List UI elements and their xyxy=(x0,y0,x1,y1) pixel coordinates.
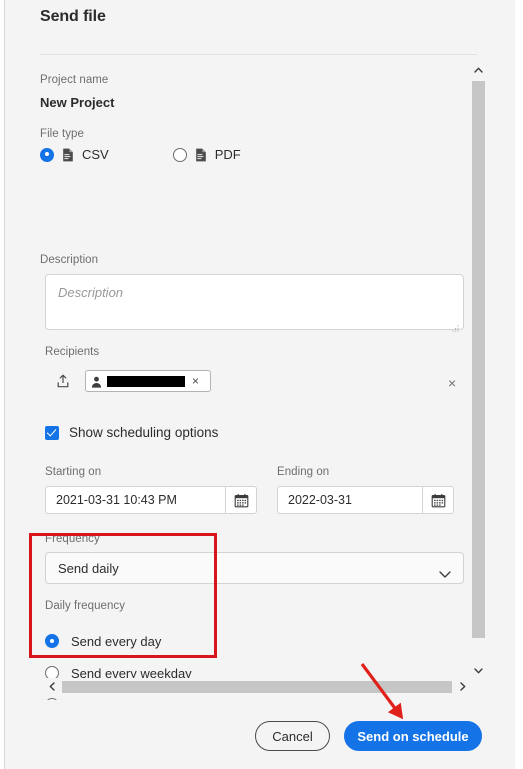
recipients-row: × xyxy=(45,370,211,392)
dialog-scroll-body[interactable]: Project name New Project File type CSV P… xyxy=(5,60,515,700)
vertical-scrollbar[interactable] xyxy=(470,62,487,680)
starting-on-input[interactable]: 2021-03-31 10:43 PM xyxy=(45,486,225,514)
title-divider xyxy=(40,54,477,55)
radio-send-every-day[interactable] xyxy=(45,634,59,648)
scroll-down-button[interactable] xyxy=(470,663,487,680)
daily-frequency-option-every-day[interactable]: Send every day xyxy=(45,625,192,657)
chevron-right-icon xyxy=(459,682,465,691)
chevron-up-icon xyxy=(474,66,483,75)
daily-frequency-label: Daily frequency xyxy=(45,600,126,612)
description-placeholder: Description xyxy=(58,285,124,300)
starting-on-calendar-button[interactable] xyxy=(225,486,257,514)
file-icon xyxy=(62,148,74,162)
frequency-label: Frequency xyxy=(45,533,100,545)
starting-on-field: 2021-03-31 10:43 PM xyxy=(45,486,257,514)
project-name-value: New Project xyxy=(40,95,115,110)
recipient-name-redacted xyxy=(107,375,185,387)
scroll-up-button[interactable] xyxy=(470,62,487,79)
cancel-button[interactable]: Cancel xyxy=(255,721,330,751)
file-type-option-csv[interactable]: CSV xyxy=(40,147,109,162)
radio-csv[interactable] xyxy=(40,147,54,162)
frequency-selected-value: Send daily xyxy=(58,560,119,576)
show-scheduling-options-row[interactable]: Show scheduling options xyxy=(45,425,218,440)
frequency-select[interactable]: Send daily xyxy=(45,552,464,584)
calendar-icon xyxy=(431,493,446,508)
radio-pdf[interactable] xyxy=(172,147,187,162)
daily-frequency-option-label: Custom frequency xyxy=(71,698,177,701)
starting-on-label: Starting on xyxy=(45,466,102,478)
ending-on-label: Ending on xyxy=(277,466,330,478)
file-icon xyxy=(195,148,207,162)
chevron-down-icon xyxy=(474,667,483,676)
recipient-chip[interactable]: × xyxy=(85,370,211,392)
ending-on-field: 2022-03-31 xyxy=(277,486,454,514)
ending-on-calendar-button[interactable] xyxy=(422,486,454,514)
horizontal-scrollbar-thumb[interactable] xyxy=(62,680,452,693)
right-gutter xyxy=(515,0,523,769)
file-type-option-pdf[interactable]: PDF xyxy=(172,147,241,162)
file-type-radio-group: CSV PDF xyxy=(40,147,241,162)
vertical-scrollbar-thumb[interactable] xyxy=(472,81,485,638)
calendar-icon xyxy=(234,493,249,508)
scroll-left-button[interactable] xyxy=(43,678,60,695)
radio-custom-frequency[interactable] xyxy=(45,698,59,700)
scroll-right-button[interactable] xyxy=(454,678,471,695)
project-name-label: Project name xyxy=(40,74,109,86)
daily-frequency-option-label: Send every day xyxy=(71,633,162,649)
recipients-clear-icon[interactable]: × xyxy=(448,376,456,390)
chevron-down-icon xyxy=(439,565,451,578)
dialog-footer: Cancel Send on schedule xyxy=(5,707,515,769)
dialog-title: Send file xyxy=(40,8,106,25)
person-icon xyxy=(91,375,102,388)
ending-on-input[interactable]: 2022-03-31 xyxy=(277,486,422,514)
description-textarea[interactable]: Description xyxy=(45,274,464,332)
horizontal-scrollbar[interactable] xyxy=(43,678,471,695)
show-scheduling-checkbox[interactable] xyxy=(45,425,59,440)
share-icon[interactable] xyxy=(55,373,71,389)
resize-grip-icon[interactable] xyxy=(452,319,459,332)
show-scheduling-label: Show scheduling options xyxy=(69,425,219,440)
send-file-dialog-screen: Send file Project name New Project File … xyxy=(0,0,523,769)
file-type-label: File type xyxy=(40,128,84,140)
file-type-label-pdf: PDF xyxy=(214,147,241,162)
dialog-panel: Send file Project name New Project File … xyxy=(5,0,515,769)
send-on-schedule-button[interactable]: Send on schedule xyxy=(344,721,482,751)
file-type-label-csv: CSV xyxy=(82,147,109,162)
description-label: Description xyxy=(40,254,99,266)
recipient-chip-remove-icon[interactable]: × xyxy=(192,375,199,387)
chevron-left-icon xyxy=(49,682,55,691)
recipients-label: Recipients xyxy=(45,346,100,358)
